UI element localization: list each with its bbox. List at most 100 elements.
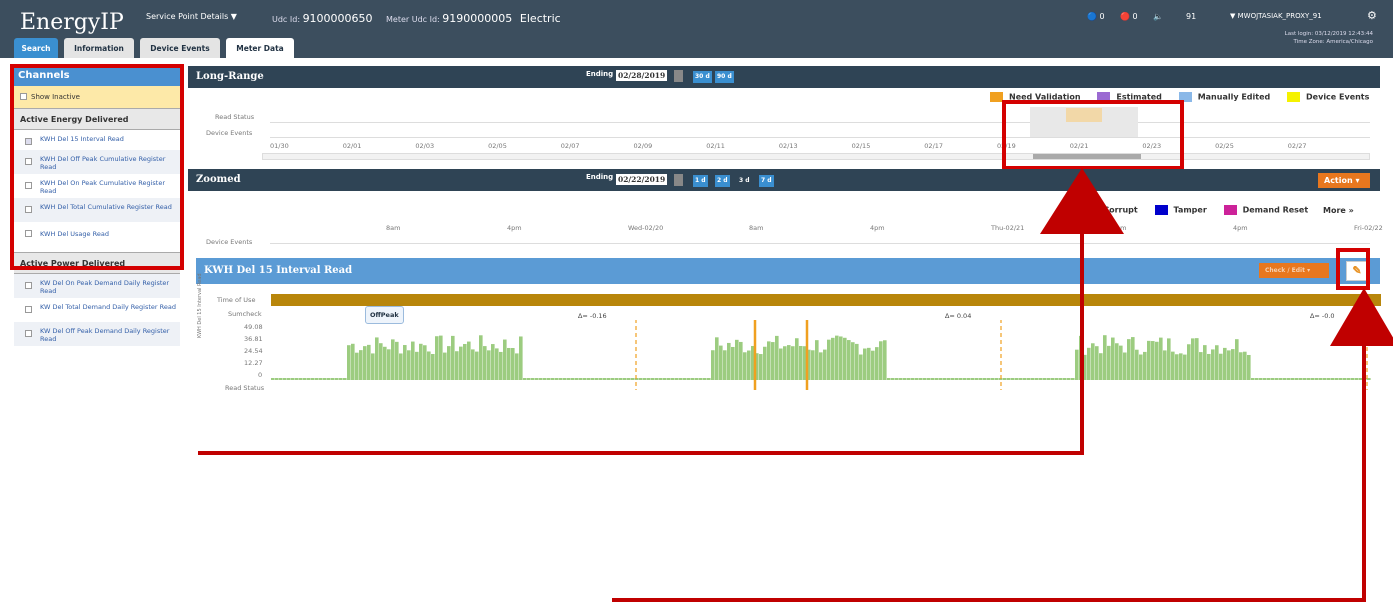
interval-bar (747, 350, 751, 380)
zoom-7d-button[interactable]: 7 d (759, 175, 774, 187)
channel-checkbox[interactable] (25, 282, 32, 289)
interval-bar (831, 337, 835, 380)
gear-icon[interactable]: ⚙ (1367, 9, 1377, 22)
channel-checkbox[interactable] (25, 330, 32, 337)
interval-bar (1175, 354, 1179, 380)
interval-bar (739, 341, 743, 380)
interval-bar (507, 347, 511, 380)
interval-bar (603, 378, 607, 380)
interval-bar (587, 378, 591, 380)
tab-device-events[interactable]: Device Events (140, 38, 220, 58)
interval-bar (931, 378, 935, 380)
interval-bar (379, 343, 383, 380)
interval-bar (915, 378, 919, 380)
interval-bar (1275, 378, 1279, 380)
zoom-1d-button[interactable]: 1 d (693, 175, 708, 187)
interval-bar (775, 335, 779, 380)
interval-bar (827, 339, 831, 380)
interval-bar (1283, 378, 1287, 380)
channel-label: KW Del On Peak Demand Daily Register Rea… (40, 279, 170, 295)
interval-bar (1343, 378, 1347, 380)
interval-bar (971, 378, 975, 380)
interval-bar (963, 378, 967, 380)
channel-item[interactable]: KW Del Off Peak Demand Daily Register Re… (14, 322, 180, 346)
zoom-3d-button[interactable]: 3 d (737, 175, 752, 187)
info-alert-badge[interactable]: 🔵 0 (1087, 12, 1105, 21)
interval-bar (711, 350, 715, 380)
x-tick: 4pm (1233, 224, 1248, 232)
interval-bar (1199, 352, 1203, 380)
zoomed-date-input[interactable]: 02/22/2019 (616, 174, 668, 185)
time-zone: Time Zone: America/Chicago (1293, 39, 1373, 45)
interval-bar (339, 378, 343, 380)
channel-item[interactable]: KW Del On Peak Demand Daily Register Rea… (14, 274, 180, 298)
interval-bar (1315, 378, 1319, 380)
interval-bar (1163, 350, 1167, 380)
service-point-menu[interactable]: Service Point Details ▼ (146, 12, 237, 21)
interval-bar (743, 352, 747, 380)
calendar-icon[interactable] (674, 174, 683, 186)
interval-bar (871, 350, 875, 380)
interval-bar (1159, 337, 1163, 380)
interval-bar (531, 378, 535, 380)
tab-information[interactable]: Information (64, 38, 134, 58)
interval-bar (867, 347, 871, 380)
range-90d-button[interactable]: 90 d (715, 71, 734, 83)
user-menu[interactable]: ▼ MWOJTASIAK_PROXY_91 (1230, 12, 1322, 20)
interval-bar (1351, 378, 1355, 380)
interval-bar (599, 378, 603, 380)
interval-bar (695, 378, 699, 380)
long-range-scrollbar[interactable] (262, 153, 1370, 160)
interval-bar (699, 378, 703, 380)
interval-bar (327, 378, 331, 380)
y-tick: 49.08 (244, 323, 263, 331)
interval-bar (707, 378, 711, 380)
range-30d-button[interactable]: 30 d (693, 71, 712, 83)
interval-bar (907, 378, 911, 380)
interval-bar (1223, 347, 1227, 380)
check-edit-button[interactable]: Check / Edit ▾ (1259, 263, 1329, 278)
interval-bar (667, 378, 671, 380)
interval-bar (735, 339, 739, 380)
channel-item[interactable]: KW Del Total Demand Daily Register Read (14, 298, 180, 322)
interval-bar (1355, 378, 1359, 380)
interval-bar (275, 378, 279, 380)
channels-highlight (10, 64, 184, 270)
interval-bar (411, 341, 415, 380)
long-range-date-input[interactable]: 02/28/2019 (616, 70, 668, 81)
interval-bar (1231, 349, 1235, 380)
calendar-icon[interactable] (674, 70, 683, 82)
annotation-arrow-head (1040, 168, 1124, 234)
volume-icon[interactable]: 🔈 (1153, 12, 1163, 21)
interval-bar (343, 378, 347, 380)
interval-bar (1127, 339, 1131, 380)
meter-udc-id: Meter Udc Id: 9190000005 Electric (386, 12, 561, 25)
interval-bar (967, 378, 971, 380)
interval-bar (463, 343, 467, 380)
more-link[interactable]: More » (1323, 206, 1354, 215)
interval-bar (299, 378, 303, 380)
interval-bar (611, 378, 615, 380)
interval-bar (919, 378, 923, 380)
action-button[interactable]: Action ▾ (1318, 173, 1370, 188)
interval-bar (1031, 378, 1035, 380)
tab-meter-data[interactable]: Meter Data (226, 38, 294, 58)
y-axis-text: KWH Del 15 Interval Read (197, 273, 203, 338)
interval-bar (551, 378, 555, 380)
tab-search[interactable]: Search (14, 38, 58, 58)
interval-bar (1255, 378, 1259, 380)
udc-value: 9100000650 (302, 12, 373, 25)
interval-bar (875, 347, 879, 380)
interval-bar (899, 378, 903, 380)
interval-bar (911, 378, 915, 380)
zoom-2d-button[interactable]: 2 d (715, 175, 730, 187)
error-alert-badge[interactable]: 🔴 0 (1120, 12, 1138, 21)
interval-bar (643, 378, 647, 380)
interval-bar (391, 339, 395, 380)
interval-bar (1335, 378, 1339, 380)
interval-bar (1131, 337, 1135, 380)
annotation-arrow-line (612, 598, 1366, 602)
interval-bar (1267, 378, 1271, 380)
interval-bar (1331, 378, 1335, 380)
channel-checkbox[interactable] (25, 306, 32, 313)
